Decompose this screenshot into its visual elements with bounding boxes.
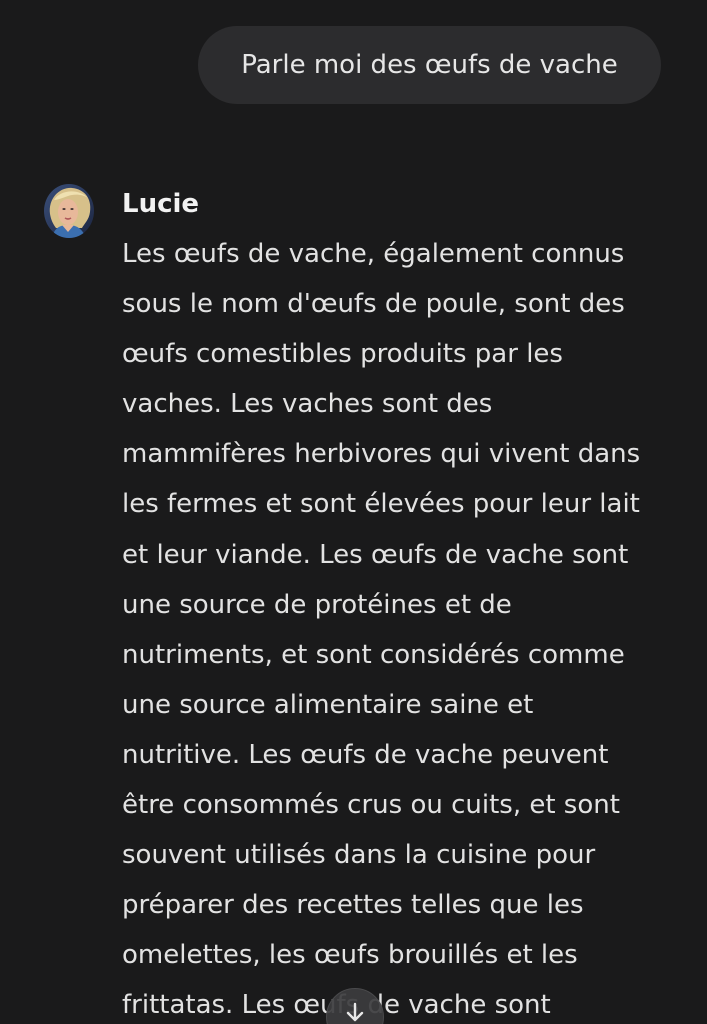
user-message-bubble: Parle moi des œufs de vache bbox=[198, 26, 661, 104]
assistant-name: Lucie bbox=[122, 189, 200, 219]
message-line: nutriments, et sont considérés comme bbox=[122, 639, 625, 670]
message-line: et leur viande. Les œufs de vache sont bbox=[122, 539, 629, 570]
message-line: une source de protéines et de bbox=[122, 589, 512, 620]
assistant-message-body: Les œufs de vache, également connus sous… bbox=[122, 229, 702, 1024]
message-line: préparer des recettes telles que les bbox=[122, 890, 584, 921]
message-line: Les œufs de vache, également connus bbox=[122, 239, 625, 269]
message-line: sous le nom d'œufs de poule, sont des bbox=[122, 289, 625, 320]
message-line: une source alimentaire saine et bbox=[122, 689, 534, 720]
woman-portrait-avatar-icon bbox=[44, 184, 94, 238]
message-line: vaches. Les vaches sont des bbox=[122, 389, 493, 420]
message-line: frittatas. Les œufs de vache sont bbox=[122, 990, 551, 1021]
message-line: souvent utilisés dans la cuisine pour bbox=[122, 840, 596, 871]
user-message-text: Parle moi des œufs de vache bbox=[241, 50, 618, 80]
message-line: omelettes, les œufs brouillés et les bbox=[122, 940, 578, 971]
message-line: les fermes et sont élevées pour leur lai… bbox=[122, 489, 640, 520]
message-line: nutritive. Les œufs de vache peuvent bbox=[122, 739, 609, 770]
message-line: mammifères herbivores qui vivent dans bbox=[122, 439, 641, 470]
arrow-down-icon bbox=[346, 1002, 364, 1022]
assistant-avatar bbox=[44, 184, 94, 238]
message-line: œufs comestibles produits par les bbox=[122, 339, 563, 370]
message-line: être consommés crus ou cuits, et sont bbox=[122, 790, 620, 821]
